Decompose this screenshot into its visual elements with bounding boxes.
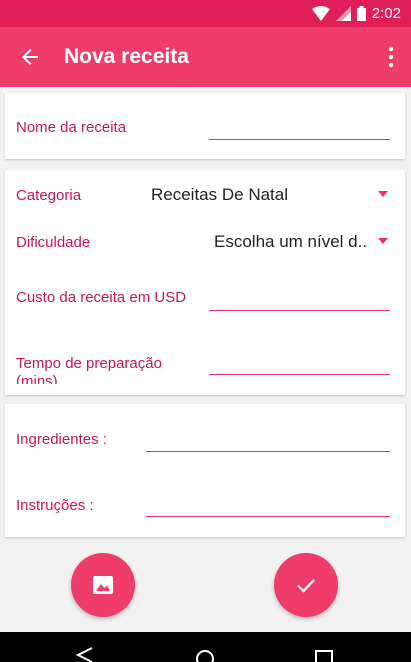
category-label: Categoria <box>16 187 82 204</box>
cost-label: Custo da receita em USD <box>16 289 187 306</box>
recipe-details-card: Categoria Receitas De Natal Dificuldade … <box>5 170 405 395</box>
prep-time-label-unit-clip: (mins) <box>16 373 58 384</box>
ingredients-label: Ingredientes : <box>16 431 107 448</box>
nav-recents-icon[interactable] <box>314 649 334 662</box>
nav-home-icon[interactable] <box>194 648 216 662</box>
prep-time-label-unit: (mins) <box>16 373 58 384</box>
signal-icon <box>335 6 351 21</box>
prep-time-label: Tempo de preparação <box>16 355 162 372</box>
difficulty-spinner[interactable]: Escolha um nível d.. <box>214 232 367 252</box>
status-icons: 2:02 <box>311 5 401 22</box>
arrow-back-icon[interactable] <box>18 45 42 69</box>
difficulty-label: Dificuldade <box>16 234 91 251</box>
app-bar: Nova receita <box>0 27 411 87</box>
system-nav-bar <box>0 632 411 662</box>
category-dropdown-icon[interactable] <box>378 191 388 197</box>
page-title: Nova receita <box>64 45 189 68</box>
recipe-name-input[interactable] <box>209 139 390 140</box>
more-vert-icon[interactable] <box>385 44 397 70</box>
wifi-icon <box>311 6 330 21</box>
status-time: 2:02 <box>371 5 401 22</box>
image-icon <box>93 576 113 594</box>
status-bar: 2:02 <box>0 0 411 27</box>
recipe-name-label: Nome da receita <box>16 119 127 136</box>
nav-back-icon[interactable] <box>75 647 95 662</box>
difficulty-dropdown-icon[interactable] <box>378 238 388 244</box>
battery-icon <box>356 6 366 21</box>
check-icon <box>297 579 315 593</box>
recipe-text-card: Ingredientes : Instruções : <box>5 404 405 537</box>
cost-input[interactable] <box>209 310 390 311</box>
recipe-name-card: Nome da receita <box>5 93 405 159</box>
ingredients-input[interactable] <box>146 451 390 452</box>
prep-time-input[interactable] <box>209 374 390 375</box>
save-recipe-button[interactable] <box>274 553 338 617</box>
category-spinner[interactable]: Receitas De Natal <box>151 185 288 205</box>
add-image-button[interactable] <box>71 553 135 617</box>
instructions-input[interactable] <box>146 516 390 517</box>
instructions-label: Instruções : <box>16 497 94 514</box>
